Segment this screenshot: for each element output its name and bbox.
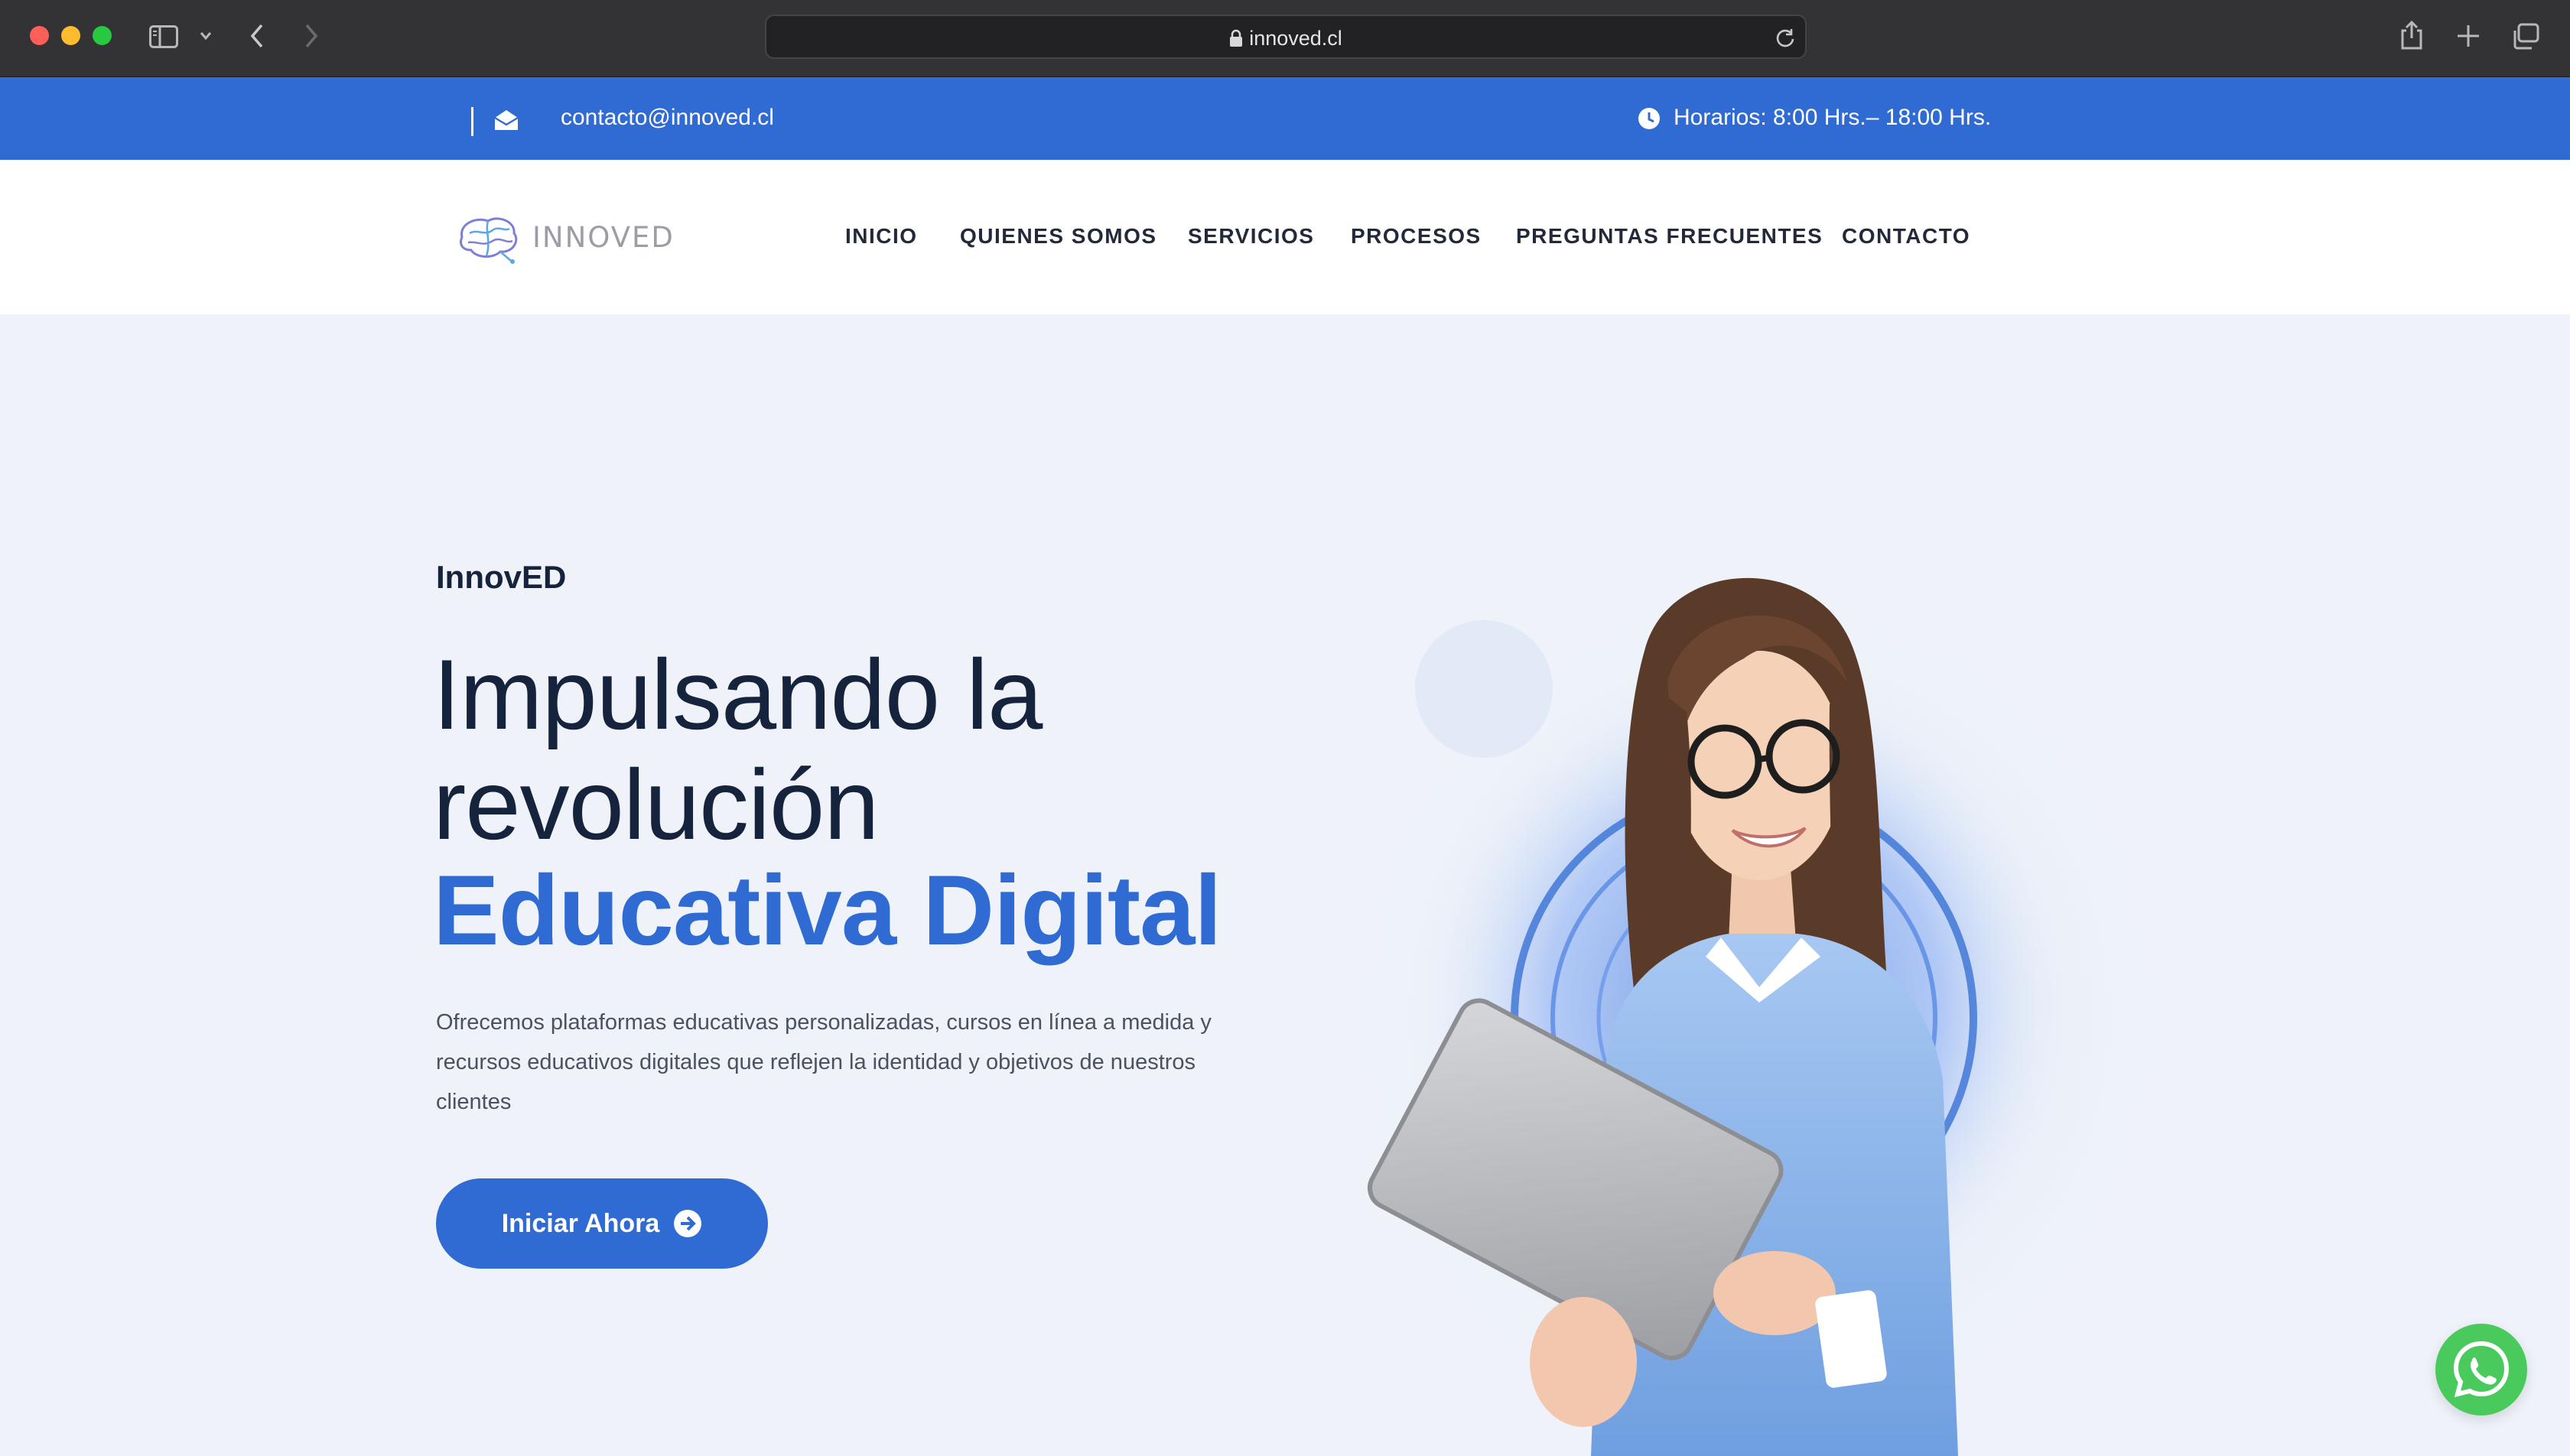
share-icon[interactable] [2399, 20, 2425, 50]
site-logo[interactable]: INNOVED [454, 210, 675, 264]
zoom-window-button[interactable] [93, 26, 112, 45]
whatsapp-icon [2453, 1341, 2510, 1398]
address-bar[interactable]: innoved.cl [765, 15, 1807, 59]
forward-icon[interactable] [303, 23, 320, 49]
chevron-down-icon[interactable] [199, 31, 213, 41]
nav-preguntas-frecuentes[interactable]: PREGUNTAS FRECUENTES [1516, 224, 1823, 249]
new-tab-icon[interactable] [2455, 23, 2481, 49]
iniciar-ahora-button[interactable]: Iniciar Ahora [436, 1178, 768, 1269]
minimize-window-button[interactable] [61, 26, 80, 45]
hero-title-highlight: Educativa Digital [433, 854, 1222, 966]
topbar-hours: Horarios: 8:00 Hrs.– 18:00 Hrs. [1674, 105, 1992, 130]
nav-quienes-somos[interactable]: QUIENES SOMOS [960, 224, 1157, 249]
arrow-circle-right-icon [674, 1210, 702, 1237]
hero-kicker: InnovED [436, 559, 567, 595]
whatsapp-button[interactable] [2435, 1324, 2527, 1415]
nav-contacto[interactable]: CONTACTO [1842, 224, 1970, 249]
back-icon[interactable] [249, 23, 265, 49]
hero-description: Ofrecemos plataformas educativas persona… [436, 1010, 1212, 1114]
tabs-overview-icon[interactable] [2512, 23, 2539, 50]
topbar-divider [471, 107, 473, 136]
site-header: INNOVED INICIO QUIENES SOMOS SERVICIOS P… [0, 160, 2570, 314]
nav-procesos[interactable]: PROCESOS [1351, 224, 1482, 249]
hero-woman-with-tablet-image [1331, 574, 2172, 1456]
hero-title-line1: Impulsando la [433, 639, 1043, 750]
envelope-open-icon [494, 110, 519, 130]
nav-servicios[interactable]: SERVICIOS [1188, 224, 1314, 249]
reload-icon[interactable] [1775, 27, 1796, 48]
clock-icon [1638, 108, 1660, 129]
close-window-button[interactable] [30, 26, 49, 45]
hero-title: Impulsando la revolución [433, 639, 1043, 860]
brain-logo-icon [460, 217, 518, 264]
nav-inicio[interactable]: INICIO [845, 224, 918, 249]
lock-icon [1230, 29, 1243, 47]
hero-section: InnovED Impulsando la revolución Educati… [0, 314, 2570, 1456]
cta-label: Iniciar Ahora [501, 1208, 660, 1238]
browser-toolbar: innoved.cl [0, 0, 2570, 77]
topbar-email-link[interactable]: contacto@innoved.cl [561, 105, 774, 131]
contact-topbar: contacto@innoved.cl Horarios: 8:00 Hrs.–… [0, 77, 2570, 160]
url-text: innoved.cl [1249, 27, 1342, 50]
sidebar-icon[interactable] [149, 25, 178, 48]
hero-title-line2: revolución [433, 749, 880, 860]
logo-text: INNOVED [532, 220, 675, 254]
